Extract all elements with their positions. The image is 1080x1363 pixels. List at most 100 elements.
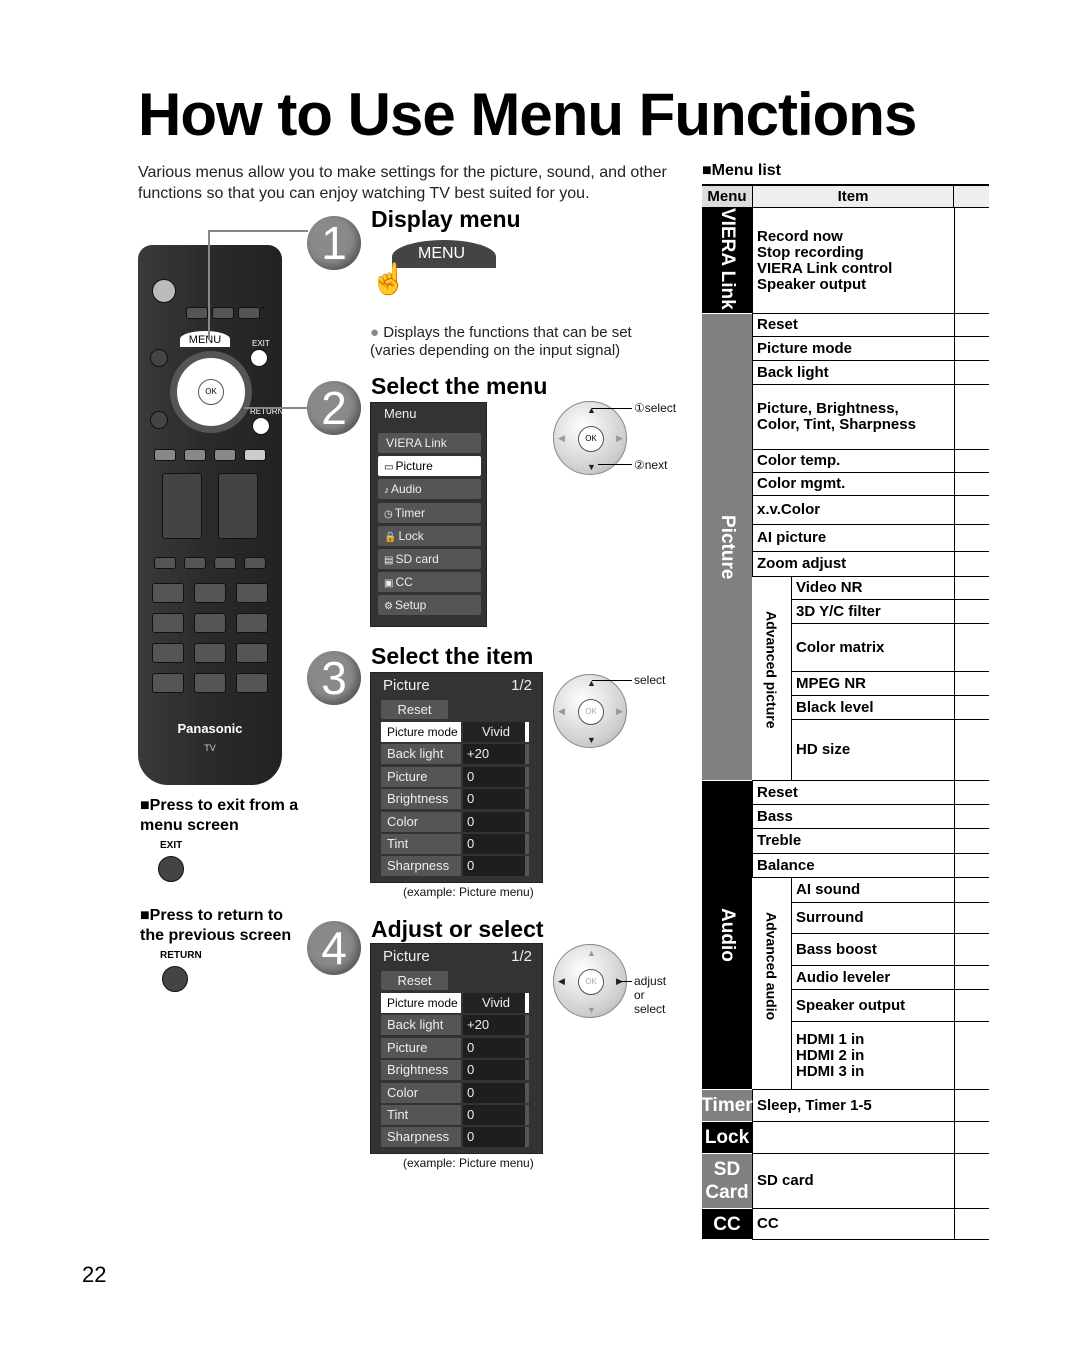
column-divider: [954, 854, 955, 878]
setting-label: Tint: [381, 1105, 461, 1125]
exit-label: EXIT: [252, 339, 270, 348]
col-header-menu: Menu: [702, 186, 752, 208]
menu-item-audio[interactable]: ♪ Audio: [378, 479, 481, 500]
setting-label: Back light: [381, 1015, 461, 1036]
setting-row-picture[interactable]: Picture 0: [381, 766, 531, 787]
return-button-icon: [162, 966, 188, 992]
step-4-heading: Adjust or select: [371, 916, 544, 942]
menu-item-label: Setup: [394, 598, 427, 613]
exit-button[interactable]: [250, 349, 268, 367]
column-divider: [954, 781, 955, 805]
menu-item-label: Picture: [395, 459, 433, 474]
setting-row-picture-mode[interactable]: Picture mode Vivid: [381, 993, 531, 1013]
setting-row-color[interactable]: Color 0: [381, 1082, 531, 1103]
column-divider: [954, 624, 955, 672]
menu-button-illustration: MENU: [392, 240, 496, 268]
setting-row-brightness[interactable]: Brightness 0: [381, 789, 531, 810]
column-divider: [954, 720, 955, 781]
menu-screen: Menu VIERA Link ▭ Picture ♪ Audio ◷ Timer 🔒 Lock…: [370, 402, 487, 627]
step-3-heading: Select the item: [371, 643, 534, 669]
intro-text: Various menus allow you to make settings…: [138, 164, 667, 202]
return-button[interactable]: [252, 417, 270, 435]
column-divider: [954, 878, 955, 903]
column-divider: [954, 1090, 955, 1122]
setting-value: 0: [463, 1060, 529, 1081]
exit-button-icon: [158, 856, 184, 882]
page-indicator: 1/2: [511, 677, 532, 694]
setting-label: Sharpness: [381, 856, 461, 877]
column-divider: [954, 966, 955, 990]
setting-row-tint[interactable]: Tint 0: [381, 834, 531, 854]
direction-pad[interactable]: OK: [170, 351, 252, 433]
col-header-item: Item: [752, 186, 954, 208]
column-divider: [954, 450, 955, 473]
setting-label: Picture mode: [381, 993, 461, 1013]
menu-item-label: CC: [395, 575, 413, 590]
setting-row-picture-mode[interactable]: Picture mode Vivid: [381, 722, 531, 742]
setting-label: Picture mode: [381, 722, 461, 742]
setting-row-sharpness[interactable]: Sharpness 0: [381, 1127, 531, 1148]
setting-row-tint[interactable]: Tint 0: [381, 1105, 531, 1125]
return-label: RETURN: [160, 950, 202, 961]
column-divider: [954, 525, 955, 552]
menu-item-label: VIERA Link: [386, 436, 447, 450]
menu-list-subitem: Video NR: [792, 577, 989, 600]
page-indicator: 1/2: [511, 948, 532, 965]
column-divider: [954, 990, 955, 1022]
menu-item-lock[interactable]: 🔒 Lock: [378, 525, 481, 546]
menu-item-sd-card[interactable]: ▤ SD card: [378, 549, 481, 569]
dial-label-adjust: adjust or select: [634, 974, 667, 1016]
setting-row-back-light[interactable]: Back light +20: [381, 744, 531, 765]
column-divider: [954, 696, 955, 720]
menu-item-picture[interactable]: ▭ Picture: [378, 456, 481, 477]
column-divider: [954, 385, 955, 450]
setting-row-brightness[interactable]: Brightness 0: [381, 1060, 531, 1081]
column-divider: [954, 208, 955, 314]
reset-button[interactable]: Reset: [381, 971, 448, 990]
picture-screen: Picture 1/2 Reset Picture mode Vivid Back lig…: [370, 943, 543, 1154]
setting-value: 0: [463, 766, 529, 787]
setting-row-sharpness[interactable]: Sharpness 0: [381, 856, 531, 877]
step-1-number: 1: [307, 216, 361, 270]
menu-item-label: SD card: [395, 552, 439, 566]
step-3-number: 3: [307, 651, 361, 705]
step-2-number: 2: [307, 381, 361, 435]
menu-item-cc[interactable]: ▣ CC: [378, 572, 481, 593]
picture-screen: Picture 1/2 Reset Picture mode Vivid Back lig…: [370, 672, 543, 883]
menu-list-subitem: AI sound: [792, 878, 989, 903]
menu-group-audio: Audio: [702, 781, 752, 1090]
menu-item-setup[interactable]: ⚙ Setup: [378, 595, 481, 616]
step-1-note: ● Displays the functions that can be set…: [370, 324, 632, 359]
example-caption: (example: Picture menu): [403, 1156, 534, 1170]
dial-label-next: ②next: [634, 458, 668, 472]
exit-note: ■Press to exit from a menu screen EXIT: [140, 796, 310, 882]
reset-button[interactable]: Reset: [381, 700, 448, 719]
column-divider: [954, 314, 955, 337]
menu-item-viera-link[interactable]: VIERA Link: [378, 433, 481, 453]
menu-group-lock: Lock: [702, 1122, 752, 1154]
setting-row-picture[interactable]: Picture 0: [381, 1037, 531, 1058]
setting-label: Brightness: [381, 789, 461, 810]
page-title: How to Use Menu Functions: [138, 81, 917, 148]
connector-line: [208, 230, 308, 340]
menu-item-timer[interactable]: ◷ Timer: [378, 502, 481, 523]
setting-row-color[interactable]: Color 0: [381, 811, 531, 832]
ok-button[interactable]: OK: [198, 379, 224, 405]
setting-label: Tint: [381, 834, 461, 854]
setting-value: 0: [463, 1037, 529, 1058]
menu-screen-title: Menu: [384, 406, 417, 421]
column-divider: [954, 934, 955, 966]
pointing-hand-icon: ☝: [370, 263, 408, 296]
setting-label: Color: [381, 1082, 461, 1103]
column-divider: [954, 337, 955, 361]
setting-value: Vivid: [463, 722, 529, 742]
setting-value: 0: [463, 789, 529, 810]
setting-row-back-light[interactable]: Back light +20: [381, 1015, 531, 1036]
dial-label-select: ①select: [634, 401, 677, 415]
power-button[interactable]: [152, 279, 176, 303]
menu-group-timer: Timer: [701, 1090, 753, 1122]
column-divider: [954, 672, 955, 696]
column-divider: [954, 552, 955, 577]
brand-logo: Panasonic: [177, 721, 243, 736]
page-number: 22: [82, 1262, 107, 1287]
